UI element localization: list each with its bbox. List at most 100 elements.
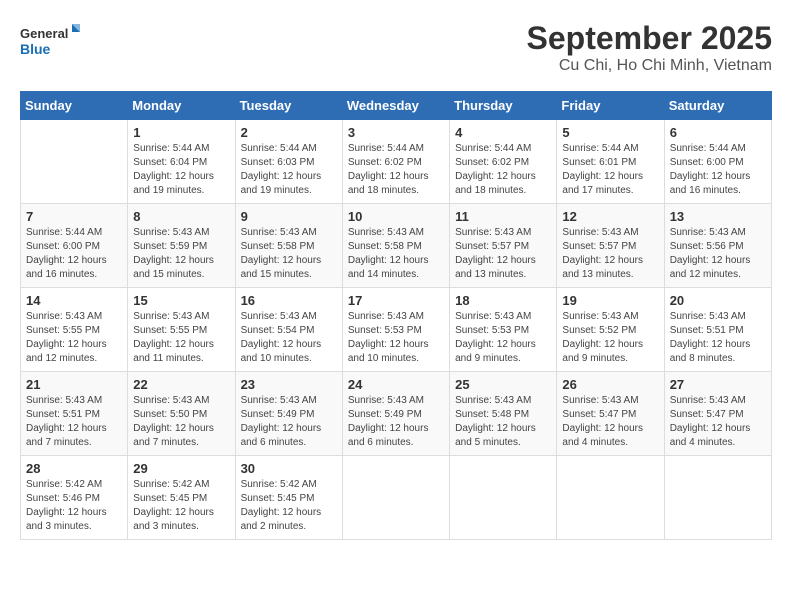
cell-content: Sunrise: 5:44 AM Sunset: 6:02 PM Dayligh… (455, 142, 551, 198)
cell-content: Sunrise: 5:43 AM Sunset: 5:58 PM Dayligh… (241, 226, 337, 282)
calendar-cell: 30Sunrise: 5:42 AM Sunset: 5:45 PM Dayli… (235, 456, 342, 540)
calendar-cell: 5 Sunrise: 5:44 AM Sunset: 6:01 PM Daylig… (557, 120, 664, 204)
calendar-cell (342, 456, 449, 540)
cell-content: Sunrise: 5:43 AM Sunset: 5:49 PM Dayligh… (348, 394, 444, 450)
calendar-cell: 25 Sunrise: 5:43 AM Sunset: 5:48 PM Dayli… (450, 372, 557, 456)
calendar-cell: 19 Sunrise: 5:43 AM Sunset: 5:52 PM Dayli… (557, 288, 664, 372)
cell-content: Sunrise: 5:43 AM Sunset: 5:47 PM Dayligh… (562, 394, 658, 450)
date-number: 4 (455, 125, 551, 140)
cell-content: Sunrise: 5:42 AM Sunset: 5:45 PM Dayligh… (241, 478, 337, 534)
cell-content: Sunrise: 5:43 AM Sunset: 5:57 PM Dayligh… (455, 226, 551, 282)
logo: General Blue (20, 20, 80, 64)
calendar-cell: 28 Sunrise: 5:42 AM Sunset: 5:46 PM Dayli… (21, 456, 128, 540)
cell-content: Sunrise: 5:44 AM Sunset: 6:01 PM Dayligh… (562, 142, 658, 198)
calendar-cell: 26 Sunrise: 5:43 AM Sunset: 5:47 PM Dayli… (557, 372, 664, 456)
cell-content: Sunrise: 5:42 AM Sunset: 5:45 PM Dayligh… (133, 478, 229, 534)
svg-text:Blue: Blue (20, 41, 51, 57)
cell-content: Sunrise: 5:44 AM Sunset: 6:02 PM Dayligh… (348, 142, 444, 198)
date-number: 7 (26, 209, 122, 224)
date-number: 18 (455, 293, 551, 308)
cell-content: Sunrise: 5:44 AM Sunset: 6:04 PM Dayligh… (133, 142, 229, 198)
cell-content: Sunrise: 5:43 AM Sunset: 5:52 PM Dayligh… (562, 310, 658, 366)
calendar-cell: 10 Sunrise: 5:43 AM Sunset: 5:58 PM Dayli… (342, 204, 449, 288)
calendar-cell (557, 456, 664, 540)
calendar-cell: 21Sunrise: 5:43 AM Sunset: 5:51 PM Dayli… (21, 372, 128, 456)
date-number: 29 (133, 461, 229, 476)
cell-content: Sunrise: 5:43 AM Sunset: 5:55 PM Dayligh… (26, 310, 122, 366)
cell-content: Sunrise: 5:43 AM Sunset: 5:54 PM Dayligh… (241, 310, 337, 366)
date-number: 13 (670, 209, 766, 224)
svg-text:General: General (20, 26, 68, 41)
calendar-cell (21, 120, 128, 204)
cell-content: Sunrise: 5:43 AM Sunset: 5:48 PM Dayligh… (455, 394, 551, 450)
page-header: General Blue September 2025 Cu Chi, Ho C… (20, 20, 772, 75)
date-number: 26 (562, 377, 658, 392)
calendar-week-row: 7 Sunrise: 5:44 AM Sunset: 6:00 PM Daylig… (21, 204, 772, 288)
calendar-cell: 6 Sunrise: 5:44 AM Sunset: 6:00 PM Daylig… (664, 120, 771, 204)
date-number: 16 (241, 293, 337, 308)
date-number: 20 (670, 293, 766, 308)
calendar-cell: 22 Sunrise: 5:43 AM Sunset: 5:50 PM Dayli… (128, 372, 235, 456)
calendar-cell: 14 Sunrise: 5:43 AM Sunset: 5:55 PM Dayli… (21, 288, 128, 372)
date-number: 28 (26, 461, 122, 476)
calendar-week-row: 1Sunrise: 5:44 AM Sunset: 6:04 PM Daylig… (21, 120, 772, 204)
page-subtitle: Cu Chi, Ho Chi Minh, Vietnam (527, 57, 772, 75)
date-number: 22 (133, 377, 229, 392)
calendar-cell: 18Sunrise: 5:43 AM Sunset: 5:53 PM Dayli… (450, 288, 557, 372)
calendar-table: Sunday Monday Tuesday Wednesday Thursday… (20, 91, 772, 540)
cell-content: Sunrise: 5:43 AM Sunset: 5:58 PM Dayligh… (348, 226, 444, 282)
date-number: 3 (348, 125, 444, 140)
cell-content: Sunrise: 5:42 AM Sunset: 5:46 PM Dayligh… (26, 478, 122, 534)
calendar-cell: 9 Sunrise: 5:43 AM Sunset: 5:58 PM Daylig… (235, 204, 342, 288)
date-number: 8 (133, 209, 229, 224)
date-number: 17 (348, 293, 444, 308)
calendar-cell: 11 Sunrise: 5:43 AM Sunset: 5:57 PM Dayli… (450, 204, 557, 288)
cell-content: Sunrise: 5:43 AM Sunset: 5:56 PM Dayligh… (670, 226, 766, 282)
calendar-cell: 29 Sunrise: 5:42 AM Sunset: 5:45 PM Dayli… (128, 456, 235, 540)
calendar-cell: 1Sunrise: 5:44 AM Sunset: 6:04 PM Daylig… (128, 120, 235, 204)
page-title: September 2025 (527, 20, 772, 57)
date-number: 9 (241, 209, 337, 224)
cell-content: Sunrise: 5:44 AM Sunset: 6:00 PM Dayligh… (26, 226, 122, 282)
date-number: 25 (455, 377, 551, 392)
calendar-week-row: 14 Sunrise: 5:43 AM Sunset: 5:55 PM Dayli… (21, 288, 772, 372)
col-sunday: Sunday (21, 92, 128, 120)
cell-content: Sunrise: 5:43 AM Sunset: 5:53 PM Dayligh… (348, 310, 444, 366)
cell-content: Sunrise: 5:43 AM Sunset: 5:51 PM Dayligh… (26, 394, 122, 450)
header-row: Sunday Monday Tuesday Wednesday Thursday… (21, 92, 772, 120)
date-number: 6 (670, 125, 766, 140)
title-section: September 2025 Cu Chi, Ho Chi Minh, Viet… (527, 20, 772, 75)
calendar-cell: 13 Sunrise: 5:43 AM Sunset: 5:56 PM Dayli… (664, 204, 771, 288)
calendar-cell: 2Sunrise: 5:44 AM Sunset: 6:03 PM Daylig… (235, 120, 342, 204)
calendar-cell (664, 456, 771, 540)
col-tuesday: Tuesday (235, 92, 342, 120)
calendar-cell: 24 Sunrise: 5:43 AM Sunset: 5:49 PM Dayli… (342, 372, 449, 456)
cell-content: Sunrise: 5:43 AM Sunset: 5:57 PM Dayligh… (562, 226, 658, 282)
calendar-week-row: 21Sunrise: 5:43 AM Sunset: 5:51 PM Dayli… (21, 372, 772, 456)
date-number: 24 (348, 377, 444, 392)
date-number: 19 (562, 293, 658, 308)
date-number: 10 (348, 209, 444, 224)
calendar-cell: 27Sunrise: 5:43 AM Sunset: 5:47 PM Dayli… (664, 372, 771, 456)
logo-svg: General Blue (20, 20, 80, 64)
calendar-cell: 3 Sunrise: 5:44 AM Sunset: 6:02 PM Daylig… (342, 120, 449, 204)
cell-content: Sunrise: 5:43 AM Sunset: 5:59 PM Dayligh… (133, 226, 229, 282)
calendar-cell: 4 Sunrise: 5:44 AM Sunset: 6:02 PM Daylig… (450, 120, 557, 204)
date-number: 12 (562, 209, 658, 224)
date-number: 23 (241, 377, 337, 392)
cell-content: Sunrise: 5:43 AM Sunset: 5:55 PM Dayligh… (133, 310, 229, 366)
date-number: 2 (241, 125, 337, 140)
calendar-cell: 16 Sunrise: 5:43 AM Sunset: 5:54 PM Dayli… (235, 288, 342, 372)
date-number: 11 (455, 209, 551, 224)
date-number: 5 (562, 125, 658, 140)
calendar-cell: 7 Sunrise: 5:44 AM Sunset: 6:00 PM Daylig… (21, 204, 128, 288)
col-friday: Friday (557, 92, 664, 120)
cell-content: Sunrise: 5:44 AM Sunset: 6:00 PM Dayligh… (670, 142, 766, 198)
calendar-cell: 20 Sunrise: 5:43 AM Sunset: 5:51 PM Dayli… (664, 288, 771, 372)
date-number: 14 (26, 293, 122, 308)
cell-content: Sunrise: 5:43 AM Sunset: 5:49 PM Dayligh… (241, 394, 337, 450)
col-wednesday: Wednesday (342, 92, 449, 120)
cell-content: Sunrise: 5:43 AM Sunset: 5:51 PM Dayligh… (670, 310, 766, 366)
calendar-week-row: 28 Sunrise: 5:42 AM Sunset: 5:46 PM Dayli… (21, 456, 772, 540)
cell-content: Sunrise: 5:43 AM Sunset: 5:50 PM Dayligh… (133, 394, 229, 450)
